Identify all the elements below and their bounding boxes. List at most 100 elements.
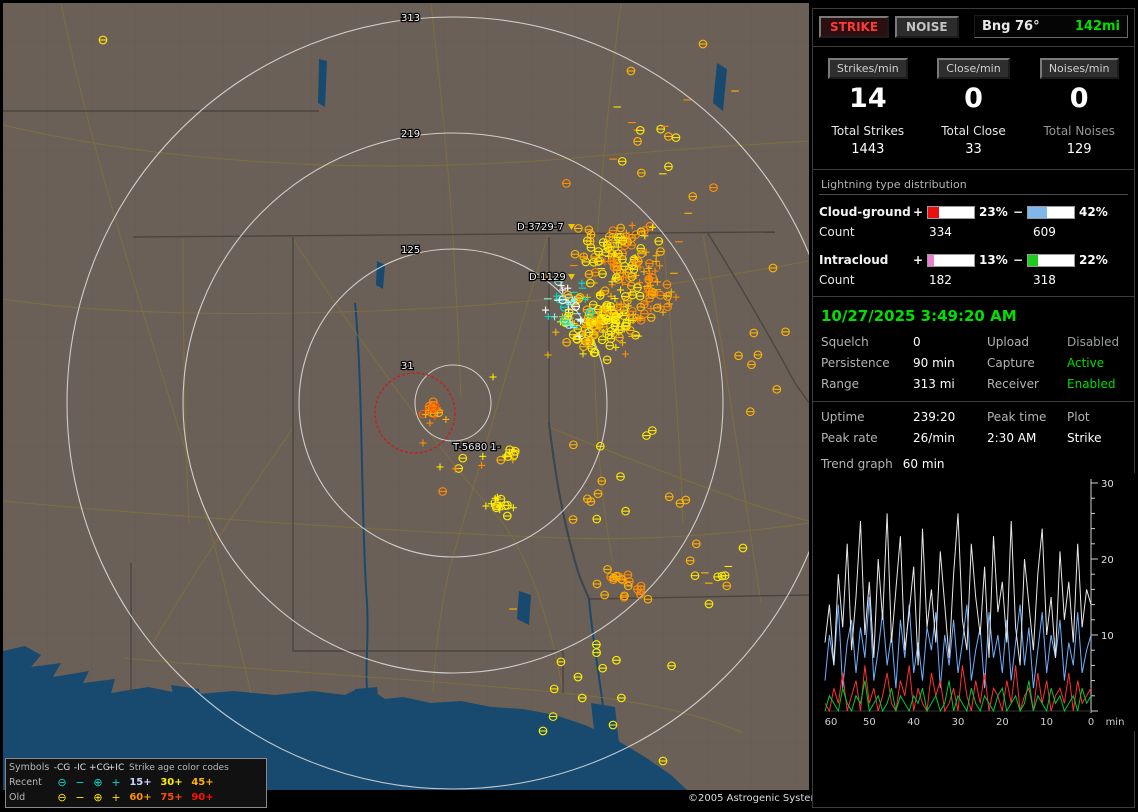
svg-text:D-3729-7: D-3729-7 (517, 222, 564, 233)
svg-text:T-5680 1-: T-5680 1- (452, 442, 501, 453)
svg-text:10: 10 (1101, 631, 1114, 642)
count-label: Count (819, 225, 913, 239)
grid-cell: 313 mi (913, 377, 987, 391)
close-per-min-value: 0 (921, 83, 1027, 114)
rate-section: Strikes/min 14 Total Strikes 1443 Close/… (813, 47, 1134, 170)
ic-minus-bar (1027, 254, 1075, 267)
svg-text:30: 30 (1101, 479, 1114, 490)
bearing-range: 142mi (1075, 19, 1120, 34)
grid-cell: 239:20 (913, 410, 987, 424)
ic-plus-bar (927, 254, 975, 267)
grid-cell: Upload (987, 335, 1067, 349)
grid-cell: Capture (987, 356, 1067, 370)
strikes-per-min-value: 14 (815, 83, 921, 114)
grid-cell: Range (821, 377, 913, 391)
settings-grid: Squelch0UploadDisabledPersistence90 minC… (819, 333, 1128, 395)
total-close-value: 33 (921, 142, 1027, 157)
county-lines (3, 3, 809, 790)
uptime-grid: Uptime239:20Peak timePlotPeak rate26/min… (819, 408, 1128, 449)
total-noises-label: Total Noises (1026, 124, 1132, 138)
legend-header: Symbols-CG-IC+CG+ICStrike age color code… (9, 760, 263, 775)
distribution-title: Lightning type distribution (819, 176, 1128, 195)
grid-cell: Plot (1067, 410, 1137, 424)
grid-cell: Disabled (1067, 335, 1137, 349)
grid-cell: Receiver (987, 377, 1067, 391)
svg-text:40: 40 (907, 717, 920, 728)
strike-symbol-icon: − (71, 776, 89, 789)
strike-symbol-icon: − (71, 791, 89, 804)
grid-cell: 0 (913, 335, 987, 349)
plus-sign: + (913, 253, 923, 267)
grid-cell: Enabled (1067, 377, 1137, 391)
close-rate-col: Close/min 0 Total Close 33 (921, 57, 1027, 157)
trend-graph-canvas: 1020306050403020100min (819, 473, 1135, 731)
svg-text:50: 50 (863, 717, 876, 728)
ic-plus-pct: 13% (979, 253, 1013, 267)
cloud-ground-row: Cloud-ground + 23% − 42% (819, 202, 1128, 222)
copyright-text: ©2005 Astrogenic Systems (688, 793, 825, 804)
distribution-section: Lightning type distribution Cloud-ground… (813, 170, 1134, 297)
cg-minus-pct: 42% (1079, 205, 1113, 219)
grid-cell: 90 min (913, 356, 987, 370)
bearing-box: Bng 76° 142mi (974, 15, 1128, 38)
grid-cell: Active (1067, 356, 1137, 370)
bearing-label: Bng 76° (982, 19, 1040, 34)
svg-text:10: 10 (1040, 717, 1053, 728)
symbol-legend: Symbols-CG-IC+CG+ICStrike age color code… (5, 758, 267, 808)
svg-text:min: min (1106, 717, 1125, 728)
noise-button[interactable]: NOISE (895, 16, 959, 38)
svg-text:219: 219 (401, 129, 420, 140)
trend-row: Trend graph 60 min (819, 449, 1128, 473)
grid-cell: Persistence (821, 356, 913, 370)
svg-text:125: 125 (401, 245, 420, 256)
noises-rate-col: Noises/min 0 Total Noises 129 (1026, 57, 1132, 157)
strikes-per-min-button[interactable]: Strikes/min (828, 58, 908, 79)
clock-settings-section: 10/27/2025 3:49:20 AM Squelch0UploadDisa… (813, 297, 1134, 402)
svg-text:30: 30 (952, 717, 965, 728)
svg-text:20: 20 (1101, 555, 1114, 566)
strike-symbol-icon: ⊖ (53, 791, 71, 804)
trend-graph-value: 60 min (903, 457, 945, 471)
strikes-rate-col: Strikes/min 14 Total Strikes 1443 (815, 57, 921, 157)
strike-symbol-icon: + (107, 776, 125, 789)
strike-symbol-icon: ⊖ (53, 776, 71, 789)
toolbar: STRIKE NOISE Bng 76° 142mi (813, 9, 1134, 47)
close-per-min-button[interactable]: Close/min (937, 58, 1009, 79)
svg-text:313: 313 (401, 13, 420, 24)
map-canvas[interactable]: 313 219 125 31 D-3729-7 D-1129 T-5680 1- (3, 3, 809, 790)
grid-cell: Peak time (987, 410, 1067, 424)
strike-button[interactable]: STRIKE (819, 16, 889, 38)
intracloud-label: Intracloud (819, 253, 913, 267)
cg-minus-count: 609 (1017, 225, 1121, 239)
noises-per-min-button[interactable]: Noises/min (1040, 58, 1119, 79)
svg-text:31: 31 (401, 361, 414, 372)
stats-trend-section: Uptime239:20Peak timePlot Peak rate26/min… (813, 402, 1134, 741)
legend-row: Old⊖−⊕+60+75+90+ (9, 790, 263, 805)
grid-cell: 2:30 AM (987, 431, 1067, 445)
grid-cell: Squelch (821, 335, 913, 349)
svg-text:D-1129: D-1129 (529, 272, 566, 283)
cloud-ground-count-row: Count 334 609 (819, 222, 1128, 242)
strike-symbol-icon: ⊕ (89, 791, 107, 804)
cg-plus-bar (927, 206, 975, 219)
noises-per-min-value: 0 (1026, 83, 1132, 114)
svg-text:0: 0 (1088, 717, 1094, 728)
svg-text:60: 60 (825, 717, 838, 728)
total-noises-value: 129 (1026, 142, 1132, 157)
grid-cell: 26/min (913, 431, 987, 445)
grid-cell: Uptime (821, 410, 913, 424)
cg-plus-count: 334 (913, 225, 1017, 239)
ic-minus-pct: 22% (1079, 253, 1113, 267)
cg-plus-pct: 23% (979, 205, 1013, 219)
minus-sign: − (1013, 253, 1023, 267)
grid-cell: Peak rate (821, 431, 913, 445)
trend-graph: 1020306050403020100min (819, 473, 1128, 735)
intracloud-count-row: Count 182 318 (819, 270, 1128, 290)
ic-plus-count: 182 (913, 273, 1017, 287)
strike-symbol-icon: ⊕ (89, 776, 107, 789)
trend-graph-label: Trend graph (821, 457, 893, 471)
intracloud-row: Intracloud + 13% − 22% (819, 250, 1128, 270)
minus-sign: − (1013, 205, 1023, 219)
lightning-map[interactable]: 313 219 125 31 D-3729-7 D-1129 T-5680 1- (3, 3, 809, 790)
datetime-display: 10/27/2025 3:49:20 AM (819, 303, 1128, 333)
